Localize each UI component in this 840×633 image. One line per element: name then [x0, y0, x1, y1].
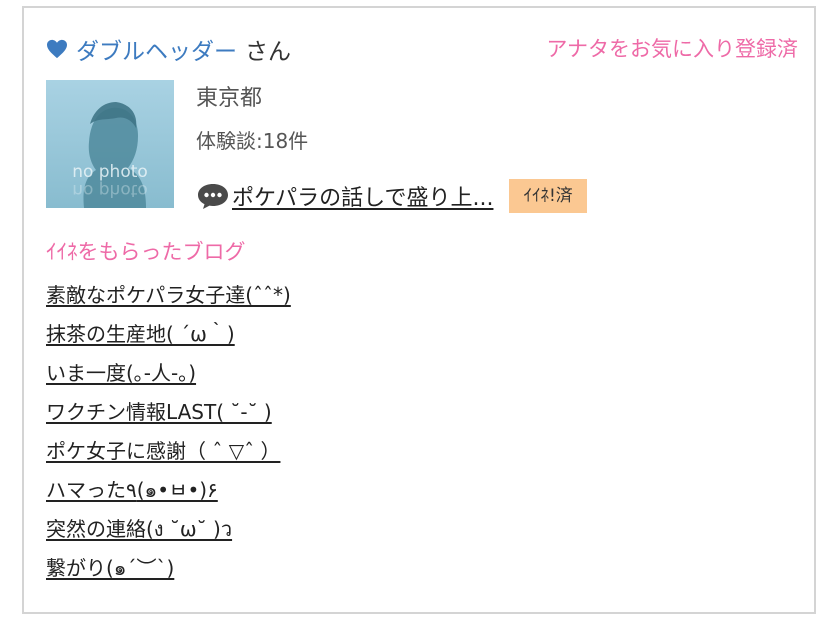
like-done-badge: ｲｲﾈ!済 [509, 179, 587, 213]
list-item: 繋がり(๑´︶`) [46, 553, 291, 592]
review-count: 体験談:18件 [196, 129, 309, 153]
list-item: 突然の連絡(ง ˘ω˘ )ว [46, 514, 291, 553]
blog-link[interactable]: 素敵なポケパラ女子達(ˆˆ*) [46, 283, 291, 307]
list-item: ポケ女子に感謝（ ˆ ▽ˆ ） [46, 436, 291, 475]
no-photo-text: no photo [72, 162, 148, 182]
heart-icon [47, 39, 67, 59]
topic-row: ポケパラの話しで盛り上... ｲｲﾈ!済 [196, 176, 587, 216]
list-item: ワクチン情報LAST( ˘-˘ ) [46, 397, 291, 436]
profile-info: 東京都 体験談:18件 [196, 84, 308, 156]
list-item: 素敵なポケパラ女子達(ˆˆ*) [46, 280, 291, 319]
chat-bubble-icon [198, 184, 228, 209]
list-item: 抹茶の生産地( ´ω｀) [46, 319, 291, 358]
blog-link[interactable]: ポケ女子に感謝（ ˆ ▽ˆ ） [46, 439, 280, 463]
favorite-status: アナタをお気に入り登録済 [546, 37, 798, 61]
blog-link[interactable]: 突然の連絡(ง ˘ω˘ )ว [46, 517, 232, 541]
blog-link[interactable]: 抹茶の生産地( ´ω｀) [46, 322, 235, 346]
username-link[interactable]: ダブルヘッダー [76, 32, 237, 66]
list-item: ハマった٩(๑•ㅂ•)۶ [46, 475, 291, 514]
card-header: ダブルヘッダー さん アナタをお気に入り登録済 [46, 28, 798, 68]
honorific: さん [245, 39, 291, 65]
liked-blogs-list: 素敵なポケパラ女子達(ˆˆ*) 抹茶の生産地( ´ω｀) いま一度(｡-人-｡)… [46, 280, 291, 592]
user-heading: ダブルヘッダー さん [46, 32, 291, 66]
liked-blogs-heading: ｲｲﾈをもらったブログ [46, 240, 246, 264]
blog-link[interactable]: ハマった٩(๑•ㅂ•)۶ [46, 478, 218, 502]
location: 東京都 [196, 86, 263, 111]
blog-link[interactable]: 繋がり(๑´︶`) [46, 556, 174, 580]
profile-card: ダブルヘッダー さん アナタをお気に入り登録済 no photo no phot… [22, 6, 816, 614]
topic-link[interactable]: ポケパラの話しで盛り上... [232, 180, 493, 212]
no-photo-reflection: no photo [72, 180, 148, 200]
blog-link[interactable]: ワクチン情報LAST( ˘-˘ ) [46, 400, 272, 424]
list-item: いま一度(｡-人-｡) [46, 358, 291, 397]
blog-link[interactable]: いま一度(｡-人-｡) [46, 361, 196, 385]
avatar[interactable]: no photo no photo [46, 80, 174, 208]
